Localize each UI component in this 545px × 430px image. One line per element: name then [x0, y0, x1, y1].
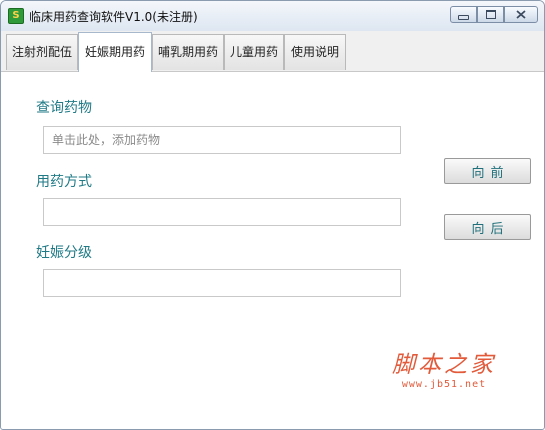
close-icon [516, 10, 526, 19]
drug-query-input[interactable] [43, 126, 401, 154]
app-icon: S [8, 8, 24, 24]
minimize-button[interactable] [450, 6, 477, 23]
tab-pregnancy[interactable]: 妊娠期用药 [78, 32, 152, 72]
window-controls [450, 6, 538, 23]
title-bar[interactable]: S 临床用药查询软件V1.0(未注册) [1, 1, 544, 32]
maximize-button[interactable] [477, 6, 504, 23]
tab-lactation[interactable]: 哺乳期用药 [152, 34, 224, 70]
pregnancy-grade-label: 妊娠分级 [36, 245, 92, 261]
watermark-url: www.jb51.net [401, 379, 487, 390]
watermark: 脚本之家 www.jb51.net [384, 345, 504, 390]
forward-button[interactable]: 向前 [444, 158, 531, 184]
drug-query-label: 查询药物 [36, 100, 92, 116]
window-title: 临床用药查询软件V1.0(未注册) [29, 10, 198, 24]
close-button[interactable] [504, 6, 538, 23]
tab-injection-compatibility[interactable]: 注射剂配伍 [6, 34, 78, 70]
usage-method-field[interactable] [43, 198, 401, 226]
tab-instructions[interactable]: 使用说明 [284, 34, 346, 70]
usage-method-label: 用药方式 [36, 174, 92, 190]
minimize-icon [458, 14, 469, 20]
back-button[interactable]: 向后 [444, 214, 531, 240]
maximize-icon [485, 10, 496, 19]
pregnancy-grade-field[interactable] [43, 269, 401, 297]
watermark-title: 脚本之家 [392, 352, 496, 378]
tab-strip: 注射剂配伍 妊娠期用药 哺乳期用药 儿童用药 使用说明 [1, 31, 544, 72]
tab-children[interactable]: 儿童用药 [224, 34, 284, 70]
app-window: S 临床用药查询软件V1.0(未注册) 注射剂配伍 妊娠期用药 哺乳期用药 儿童… [0, 0, 545, 430]
